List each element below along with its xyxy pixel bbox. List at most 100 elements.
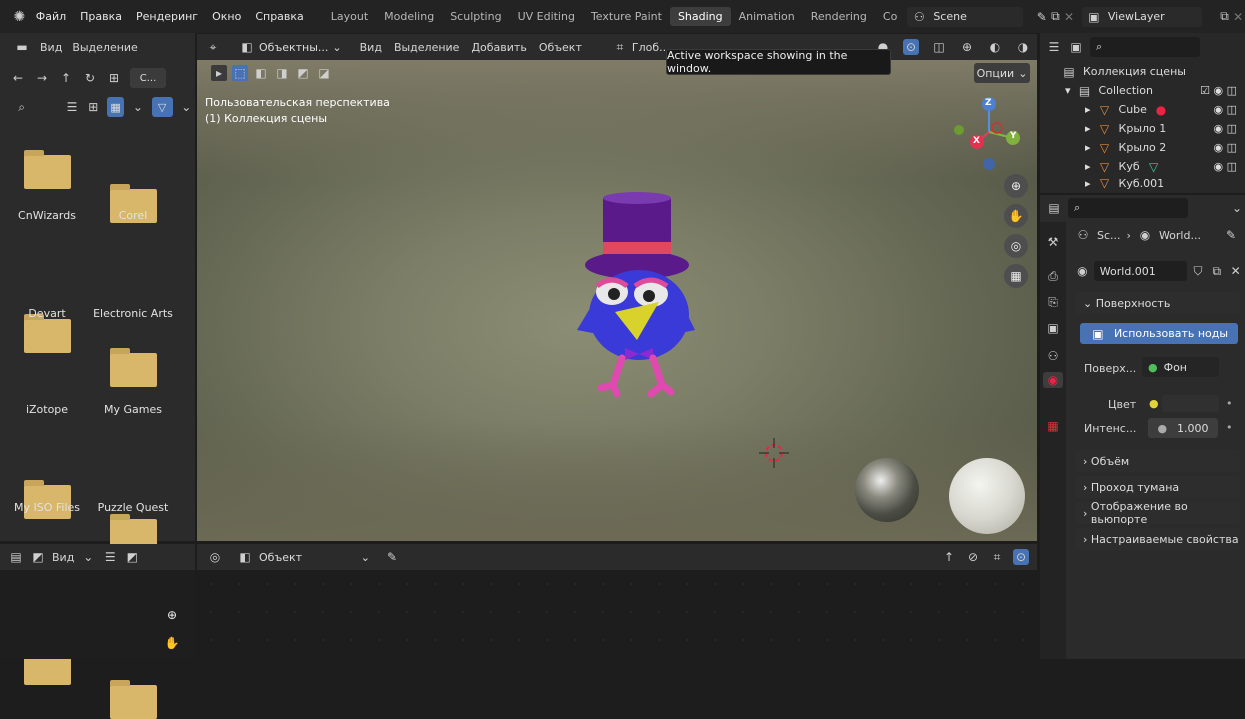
cursor-tool-icon[interactable]: ▸ — [211, 65, 227, 81]
menu-file[interactable]: Файл — [29, 10, 73, 23]
use-nodes-button[interactable]: ▣ Использовать ноды — [1080, 323, 1238, 344]
back-icon[interactable]: ← — [10, 70, 26, 86]
chevron-down-icon[interactable]: ⌄ — [130, 99, 145, 115]
xray-icon[interactable]: ◫ — [931, 39, 947, 55]
section-viewport-display[interactable]: › Отображение во вьюпорте — [1075, 500, 1240, 526]
tool-tab-icon[interactable]: ⚒ — [1045, 234, 1061, 250]
folder-devart[interactable]: Devart — [2, 307, 92, 320]
scene-selector[interactable]: ⚇ Scene — [907, 6, 1023, 27]
tab-animation[interactable]: Animation — [731, 7, 803, 26]
options-button[interactable]: Опции ⌄ — [974, 63, 1030, 83]
viewport-menu-object[interactable]: Объект — [539, 41, 582, 54]
image-pan-icon[interactable]: ✋ — [160, 631, 184, 655]
editor-type-icon[interactable]: ▬ — [14, 39, 30, 55]
section-mist-pass[interactable]: › Проход тумана — [1075, 476, 1240, 498]
viewport-menu-select[interactable]: Выделение — [394, 41, 460, 54]
view-layer-selector[interactable]: ▣ ViewLayer — [1081, 6, 1202, 27]
tab-layout[interactable]: Layout — [323, 7, 376, 26]
viewport-canvas[interactable]: ▸ ⬚ ◧ ◨ ◩ ◪ Пользовательская перспектива… — [197, 60, 1037, 541]
refresh-icon[interactable]: ↻ — [82, 70, 98, 86]
tab-modeling[interactable]: Modeling — [376, 7, 442, 26]
display-mode-icon[interactable]: ▣ — [1068, 39, 1084, 55]
snap-icon[interactable]: ⊘ — [965, 549, 981, 565]
output-tab-icon[interactable]: ⎘ — [1045, 294, 1061, 310]
unlink-icon[interactable]: ✕ — [1228, 263, 1243, 279]
menu-edit[interactable]: Правка — [73, 10, 129, 23]
file-menu-select[interactable]: Выделение — [72, 41, 138, 54]
section-volume[interactable]: › Объём — [1075, 450, 1240, 472]
tab-shading[interactable]: Shading — [669, 7, 731, 26]
filter-button[interactable]: ▽ — [151, 97, 173, 117]
pan-hand-icon[interactable]: ✋ — [1004, 204, 1028, 228]
mode-selector[interactable]: ◧ Объектны... ⌄ — [233, 37, 348, 57]
material-preview-icon[interactable]: ◐ — [987, 39, 1003, 55]
tab-compositing[interactable]: Co — [875, 7, 905, 26]
select-extend-icon[interactable]: ◧ — [253, 65, 269, 81]
world-tab-icon[interactable]: ◉ — [1043, 372, 1063, 388]
image-zoom-icon[interactable]: ⊕ — [160, 603, 184, 627]
folder-cnwizards[interactable]: CnWizards — [2, 209, 92, 222]
path-field[interactable]: C... — [130, 68, 166, 88]
new-folder-icon[interactable]: ⊞ — [106, 70, 122, 86]
parent-node-icon[interactable]: ↑ — [941, 549, 957, 565]
outliner-search[interactable]: ⌕ — [1090, 37, 1200, 57]
hamburger-menu-icon[interactable]: ☰ — [102, 549, 118, 565]
image-menu-view[interactable]: Вид — [52, 551, 74, 564]
shader-editor-canvas[interactable] — [197, 570, 1037, 659]
folder-izotope[interactable]: iZotope — [2, 403, 92, 416]
view-layer-tab-icon[interactable]: ▣ — [1045, 320, 1061, 336]
folder-puzzle-quest[interactable]: Puzzle Quest — [88, 501, 178, 514]
intensity-field[interactable]: ● 1.000 — [1148, 418, 1218, 438]
shader-type-icon[interactable]: ◎ — [207, 549, 223, 565]
select-subtract-icon[interactable]: ◨ — [274, 65, 290, 81]
ortho-grid-icon[interactable]: ▦ — [1004, 264, 1028, 288]
tab-uv-editing[interactable]: UV Editing — [510, 7, 583, 26]
outliner-item-wing-2[interactable]: ▸ ▽ Крыло 2 ◉ ◫ — [1055, 138, 1245, 157]
camera-icon[interactable]: ◎ — [1004, 234, 1028, 258]
viewport-menu-view[interactable]: Вид — [360, 41, 382, 54]
file-menu-view[interactable]: Вид — [40, 41, 62, 54]
outliner-scene-collection[interactable]: ▤ Коллекция сцены — [1055, 62, 1245, 81]
chevron-down-icon[interactable]: ⌄ — [80, 549, 96, 565]
transform-orientation[interactable]: ⌗ Глоб... — [612, 39, 669, 55]
close-scene-icon[interactable]: ✕ — [1062, 9, 1076, 25]
new-view-layer-icon[interactable]: ⧉ — [1218, 9, 1232, 25]
render-tab-icon[interactable]: ⎙ — [1045, 268, 1061, 284]
tab-texture-paint[interactable]: Texture Paint — [583, 7, 670, 26]
texture-tab-icon[interactable]: ▦ — [1045, 418, 1061, 434]
select-intersect-icon[interactable]: ◪ — [316, 65, 332, 81]
breadcrumb-world[interactable]: World... — [1159, 229, 1201, 242]
viewport-editor-icon[interactable]: ⌖ — [205, 39, 221, 55]
shader-object-selector[interactable]: ◧ Объект ⌄ — [231, 547, 376, 567]
surface-shader-field[interactable]: ● Фон — [1142, 357, 1219, 377]
close-view-layer-icon[interactable]: ✕ — [1231, 9, 1245, 25]
box-select-icon[interactable]: ⬚ — [232, 65, 248, 81]
outliner-item-kub-001[interactable]: ▸ ▽ Куб.001 — [1055, 176, 1245, 190]
overlay-icon[interactable]: ⊙ — [903, 39, 919, 55]
forward-icon[interactable]: → — [34, 70, 50, 86]
folder-my-games[interactable]: My Games — [88, 403, 178, 416]
thumbnail-view-button[interactable]: ▦ — [106, 97, 125, 117]
zoom-icon[interactable]: ⊕ — [1004, 174, 1028, 198]
pin-icon[interactable]: ✎ — [384, 549, 400, 565]
image-icon[interactable]: ◩ — [30, 549, 46, 565]
bird-character[interactable] — [567, 190, 707, 400]
breadcrumb-scene[interactable]: Sc... — [1097, 229, 1121, 242]
search-icon[interactable]: ⌕ — [14, 99, 29, 115]
pin-icon[interactable]: ✎ — [1035, 9, 1049, 25]
outliner-collection[interactable]: ▾ ▤ Collection ☑ ◉ ◫ — [1055, 81, 1245, 100]
overlay-icon[interactable]: ⊙ — [1013, 549, 1029, 565]
image-browse-icon[interactable]: ◩ — [124, 549, 140, 565]
scene-tab-icon[interactable]: ⚇ — [1045, 348, 1061, 364]
snap-grid-icon[interactable]: ⌗ — [989, 549, 1005, 565]
section-surface[interactable]: ⌄ Поверхность — [1075, 292, 1240, 314]
color-swatch[interactable] — [1162, 395, 1219, 412]
properties-search[interactable]: ⌕ — [1068, 198, 1188, 218]
wireframe-icon[interactable]: ⊕ — [959, 39, 975, 55]
pin-icon[interactable]: ✎ — [1223, 227, 1239, 243]
tab-sculpting[interactable]: Sculpting — [442, 7, 509, 26]
outliner-item-wing-1[interactable]: ▸ ▽ Крыло 1 ◉ ◫ — [1055, 119, 1245, 138]
world-name-field[interactable]: World.001 — [1093, 261, 1187, 281]
properties-type-icon[interactable]: ▤ — [1046, 200, 1062, 216]
fake-user-icon[interactable]: ⛉ — [1191, 263, 1206, 279]
